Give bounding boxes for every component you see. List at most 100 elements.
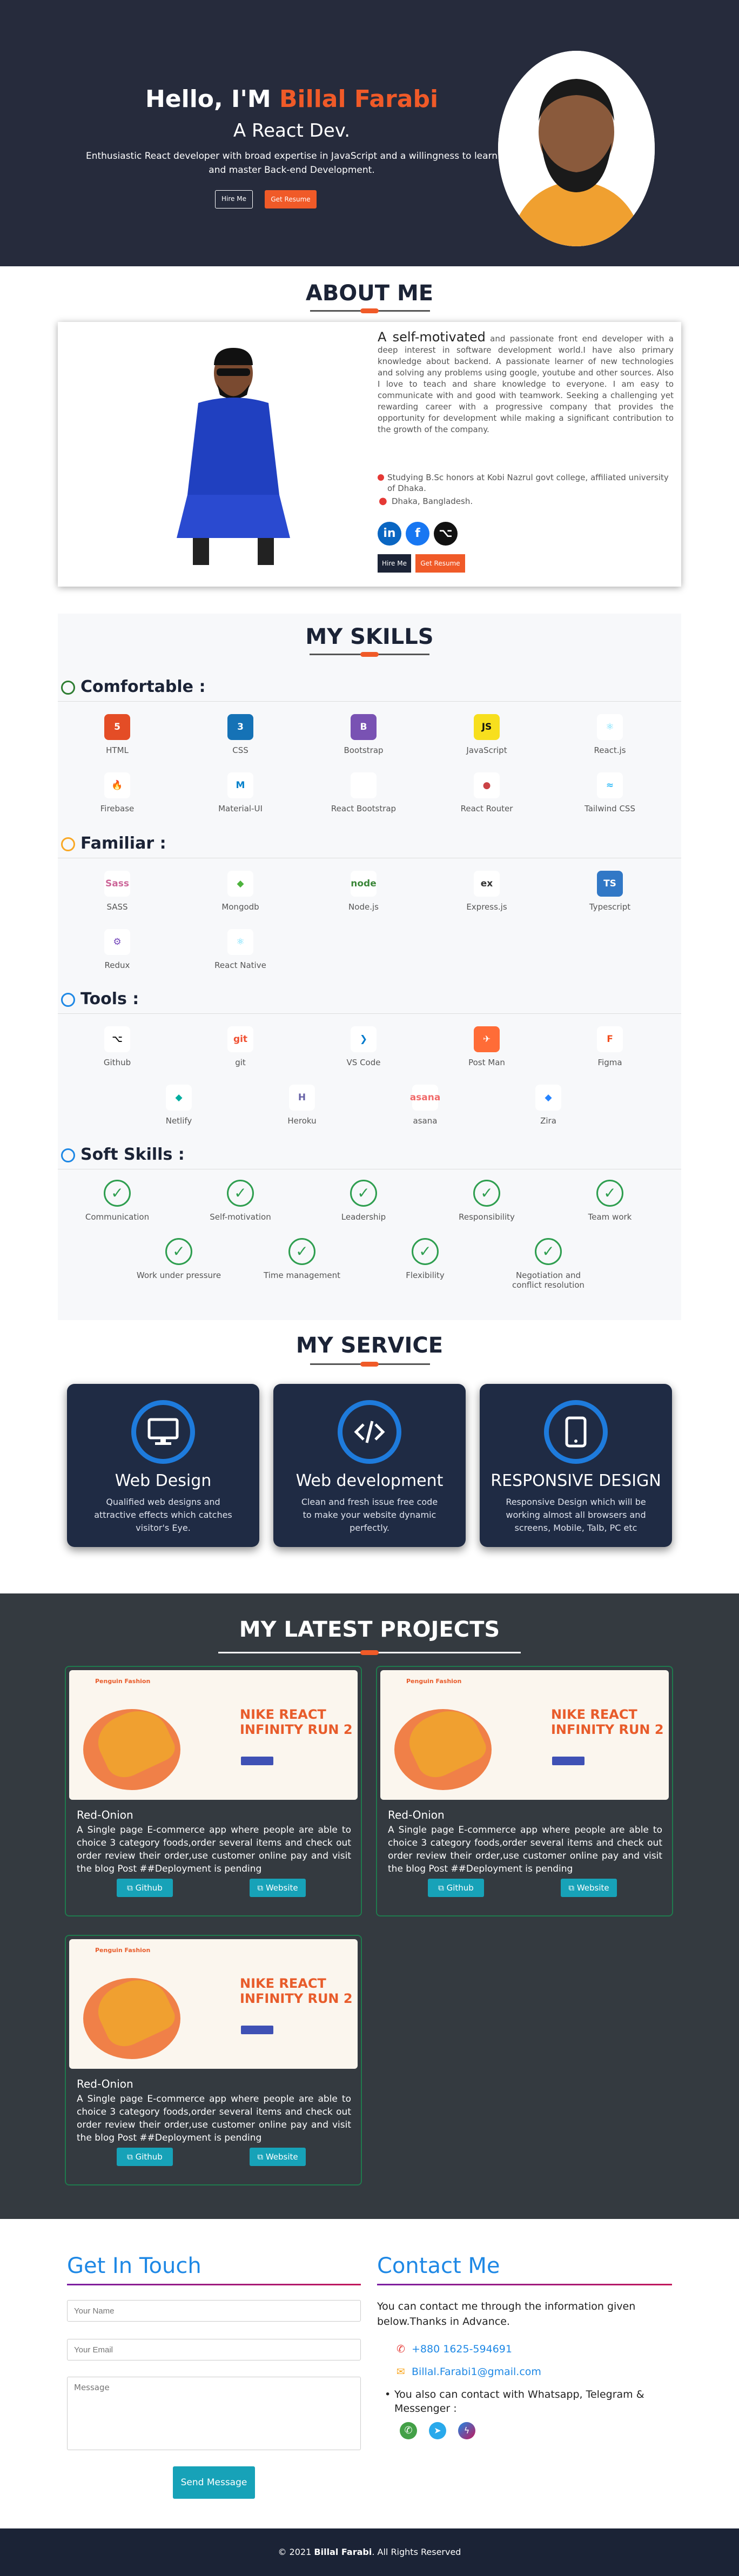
heroku-icon: H: [289, 1085, 315, 1111]
get-resume-button[interactable]: Get Resume: [265, 190, 317, 208]
service-title: Web Design: [115, 1471, 212, 1490]
hero-name: Billal Farabi: [279, 85, 439, 113]
soft-skill-negotiation-and-conflict-resolution: ✓ Negotiation and conflict resolution: [505, 1238, 592, 1290]
phone-icon: ✆: [397, 2343, 405, 2355]
whatsapp-icon[interactable]: ✆: [400, 2422, 417, 2439]
footer: © 2021 Billal Farabi. All Rights Reserve…: [0, 2528, 739, 2576]
external-link-icon: ⧉: [257, 2152, 266, 2162]
check-circle-icon: ✓: [165, 1238, 192, 1265]
soft-skill-team-work: ✓ Team work: [567, 1180, 653, 1222]
skill-label: Post Man: [468, 1058, 505, 1067]
graduation-icon: [378, 474, 384, 481]
project-website-button[interactable]: ⧉ Website: [250, 2148, 306, 2166]
divider: [58, 1013, 681, 1014]
service-text: Qualified web designs and attractive eff…: [94, 1497, 232, 1533]
soft-skill-time-management: ✓ Time management: [259, 1238, 345, 1280]
skill-node-js: node Node.js: [320, 871, 407, 912]
about-photo: [155, 344, 317, 570]
external-link-icon: ⧉: [127, 1883, 136, 1893]
react-bootstrap-icon: [351, 772, 377, 798]
project-github-button[interactable]: ⧉ Github: [428, 1879, 484, 1897]
skill-label: Firebase: [100, 804, 135, 813]
skill-html: 5 HTML: [74, 714, 160, 755]
familiar-heading: Familiar :: [61, 834, 166, 853]
skill-label: Tailwind CSS: [585, 804, 635, 813]
skill-react-js: ⚛ React.js: [567, 714, 653, 755]
skill-material-ui: M Material-UI: [197, 772, 284, 813]
telegram-icon[interactable]: ➤: [429, 2422, 446, 2439]
check-circle-icon: ✓: [227, 1180, 254, 1207]
divider: [377, 2284, 672, 2285]
about-lead: A self-motivated: [378, 329, 486, 345]
sass-icon: Sass: [104, 871, 130, 897]
project-website-button[interactable]: ⧉ Website: [561, 1879, 617, 1897]
asana-icon: asana: [410, 1085, 440, 1111]
mongodb-icon: ◆: [227, 871, 253, 897]
shot-brand: Penguin Fashion: [406, 1678, 462, 1685]
service-card-web-development: Web development Clean and fresh issue fr…: [273, 1384, 466, 1547]
skill-label: Typescript: [589, 902, 631, 912]
get-in-touch-heading: Get In Touch: [67, 2254, 201, 2278]
skill-github: ⌥ Github: [74, 1026, 160, 1067]
message-textarea[interactable]: [67, 2377, 361, 2450]
soft-skill-work-under-pressure: ✓ Work under pressure: [136, 1238, 222, 1280]
service-title: Web development: [295, 1471, 444, 1490]
skill-label: React Router: [460, 804, 513, 813]
circle-icon: [61, 992, 75, 1007]
about-heading: ABOUT ME: [305, 281, 434, 306]
project-github-button[interactable]: ⧉ Github: [117, 1879, 173, 1897]
skill-javascript: JS JavaScript: [444, 714, 530, 755]
check-circle-icon: ✓: [350, 1180, 377, 1207]
shot-button: [552, 1757, 585, 1765]
soft-skills-heading: Soft Skills :: [61, 1145, 185, 1164]
service-heading: MY SERVICE: [295, 1333, 444, 1358]
mail-icon: ✉: [397, 2366, 405, 2378]
facebook-icon[interactable]: f: [406, 522, 429, 546]
skill-label: Bootstrap: [344, 745, 384, 755]
project-screenshot: Penguin Fashion NIKE REACT INFINITY RUN 2: [69, 1939, 358, 2069]
external-link-icon: ⧉: [438, 1883, 447, 1893]
javascript-icon: JS: [474, 714, 500, 740]
hero-title: Hello, I'M Billal Farabi: [86, 85, 497, 113]
divider-dot: [360, 1650, 379, 1655]
soft-skill-leadership: ✓ Leadership: [320, 1180, 407, 1222]
send-message-button[interactable]: Send Message: [173, 2466, 255, 2499]
messenger-icon[interactable]: ϟ: [458, 2422, 475, 2439]
soft-skill-communication: ✓ Communication: [74, 1180, 160, 1222]
project-description: A Single page E-commerce app where peopl…: [77, 1825, 351, 1874]
soft-skill-label: Communication: [85, 1212, 150, 1222]
hero-section: Hello, I'M Billal Farabi A React Dev. En…: [0, 0, 739, 266]
project-github-button[interactable]: ⧉ Github: [117, 2148, 173, 2166]
soft-skill-label: Flexibility: [406, 1270, 445, 1280]
divider: [67, 2284, 361, 2285]
external-link-icon: ⧉: [127, 2152, 136, 2162]
footer-name: Billal Farabi: [314, 2547, 372, 2557]
projects-heading: MY LATEST PROJECTS: [239, 1617, 500, 1642]
service-text: Clean and fresh issue free code to make …: [301, 1497, 438, 1533]
monitor-icon: [131, 1400, 195, 1464]
skill-label: git: [235, 1058, 246, 1067]
name-input[interactable]: [67, 2300, 361, 2322]
hire-me-button[interactable]: Hire Me: [215, 190, 253, 208]
linkedin-icon[interactable]: in: [378, 522, 401, 546]
about-paragraph: and passionate front end developer with …: [378, 334, 674, 434]
skill-sass: Sass SASS: [74, 871, 160, 912]
about-resume-button[interactable]: Get Resume: [415, 554, 465, 573]
skill-label: Github: [103, 1058, 131, 1067]
shot-headline: NIKE REACT INFINITY RUN 2: [551, 1707, 664, 1737]
github-icon: ⌥: [104, 1026, 130, 1052]
email-input[interactable]: [67, 2339, 361, 2360]
divider-dot: [360, 1362, 379, 1367]
external-link-icon: ⧉: [568, 1883, 577, 1893]
about-hire-button[interactable]: Hire Me: [378, 554, 411, 573]
project-website-button[interactable]: ⧉ Website: [250, 1879, 306, 1897]
github-icon[interactable]: ⌥: [434, 522, 458, 546]
skill-zira: ◆ Zira: [505, 1085, 592, 1126]
mobile-icon: [544, 1400, 608, 1464]
skill-label: React.js: [594, 745, 626, 755]
about-card: A self-motivated and passionate front en…: [58, 322, 681, 587]
code-icon: [338, 1400, 401, 1464]
material-ui-icon: M: [227, 772, 253, 798]
skill-label: Figma: [597, 1058, 622, 1067]
soft-skill-flexibility: ✓ Flexibility: [382, 1238, 468, 1280]
